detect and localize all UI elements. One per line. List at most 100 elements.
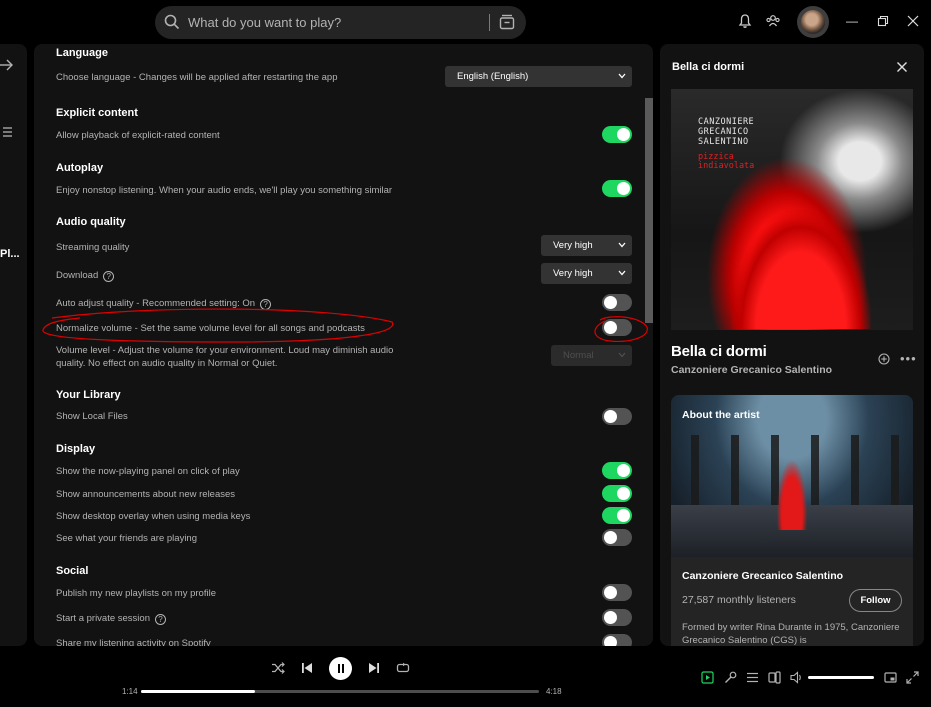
microphone-icon[interactable]	[724, 671, 737, 684]
social-toggle-publish-playlists[interactable]	[602, 584, 632, 601]
display-item-label: Show announcements about new releases	[56, 489, 236, 500]
artist-bio: Formed by writer Rina Durante in 1975, C…	[682, 622, 900, 646]
miniplayer-icon[interactable]	[884, 671, 897, 684]
section-title-language: Language	[56, 47, 108, 59]
queue-icon[interactable]	[746, 671, 759, 684]
local-files-toggle[interactable]	[602, 408, 632, 425]
chevron-down-icon	[618, 73, 626, 79]
display-toggle-announcements[interactable]	[602, 485, 632, 502]
repeat-icon[interactable]	[396, 661, 410, 675]
volume-level-label: Volume level - Adjust the volume for you…	[56, 345, 394, 369]
about-artist-title: About the artist	[682, 409, 760, 421]
display-item-label: Show desktop overlay when using media ke…	[56, 511, 251, 522]
display-toggle-desktop-overlay[interactable]	[602, 507, 632, 524]
fullscreen-icon[interactable]	[906, 671, 919, 684]
search-input[interactable]: What do you want to play?	[188, 15, 341, 30]
about-artist-card[interactable]: About the artist Canzoniere Grecanico Sa…	[671, 395, 913, 646]
language-label: Choose language - Changes will be applie…	[56, 72, 338, 83]
autoplay-toggle[interactable]	[602, 180, 632, 197]
notifications-bell-icon[interactable]	[737, 13, 753, 29]
section-title-social: Social	[56, 565, 89, 577]
download-quality-row: Download?	[56, 269, 115, 282]
expand-arrow-icon[interactable]	[0, 58, 14, 72]
duration-time: 4:18	[546, 687, 562, 696]
album-cover: CANZONIERE GRECANICO SALENTINO pizzica i…	[671, 89, 913, 330]
artist-name[interactable]: Canzoniere Grecanico Salentino	[671, 364, 832, 376]
local-files-label: Show Local Files	[56, 411, 128, 422]
connect-device-icon[interactable]	[768, 671, 781, 684]
monthly-listeners: 27,587 monthly listeners	[682, 594, 796, 606]
explicit-toggle[interactable]	[602, 126, 632, 143]
normalize-volume-toggle[interactable]	[602, 319, 632, 336]
social-toggle-private-session[interactable]	[602, 609, 632, 626]
volume-slider[interactable]	[808, 676, 874, 679]
cover-line: SALENTINO	[698, 137, 749, 147]
display-toggle-now-playing[interactable]	[602, 462, 632, 479]
explicit-label: Allow playback of explicit-rated content	[56, 130, 220, 141]
song-title[interactable]: Bella ci dormi	[671, 343, 767, 360]
social-toggle-share-activity[interactable]	[602, 634, 632, 646]
chevron-down-icon	[618, 242, 626, 248]
cover-dancer	[731, 209, 871, 329]
next-icon[interactable]	[367, 661, 381, 675]
help-icon[interactable]: ?	[155, 614, 166, 625]
help-icon[interactable]: ?	[103, 271, 115, 282]
progress-bar[interactable]	[141, 690, 539, 693]
auto-adjust-label: Auto adjust quality - Recommended settin…	[56, 298, 256, 309]
minimize-icon[interactable]: —	[845, 14, 859, 28]
close-icon[interactable]	[896, 61, 908, 73]
pause-button[interactable]	[329, 657, 352, 680]
section-title-explicit: Explicit content	[56, 107, 138, 119]
streaming-quality-label: Streaming quality	[56, 242, 130, 253]
volume-level-select[interactable]: Normal	[551, 345, 632, 366]
about-artist-name[interactable]: Canzoniere Grecanico Salentino	[682, 570, 843, 582]
follow-button[interactable]: Follow	[849, 589, 902, 612]
normalize-volume-label: Normalize volume - Set the same volume l…	[56, 323, 365, 334]
now-playing-panel-title: Bella ci dormi	[672, 61, 745, 73]
social-item-label: Share my listening activity on Spotify	[56, 638, 211, 646]
help-icon[interactable]: ?	[260, 299, 272, 310]
streaming-quality-select[interactable]: Very high	[541, 235, 632, 256]
display-toggle-friends[interactable]	[602, 529, 632, 546]
display-item-label: See what your friends are playing	[56, 533, 197, 544]
search-bar[interactable]: What do you want to play?	[155, 6, 526, 39]
auto-adjust-toggle[interactable]	[602, 294, 632, 311]
now-playing-view-icon[interactable]	[701, 671, 714, 684]
add-to-library-icon[interactable]	[878, 353, 890, 365]
artist-photo-dancer	[774, 450, 810, 530]
section-title-display: Display	[56, 443, 96, 455]
social-item-label: Publish my new playlists on my profile	[56, 588, 216, 599]
auto-adjust-row: Auto adjust quality - Recommended settin…	[56, 297, 272, 310]
elapsed-time: 1:14	[122, 687, 138, 696]
friend-activity-icon[interactable]	[765, 13, 781, 29]
download-quality-value: Very high	[553, 268, 593, 279]
search-icon	[164, 14, 180, 30]
settings-scrollbar[interactable]	[645, 98, 653, 323]
volume-level-value: Normal	[563, 350, 594, 361]
chevron-down-icon	[618, 352, 626, 358]
cover-subtitle-line: indiavolata	[698, 161, 755, 171]
shuffle-icon[interactable]	[271, 661, 285, 675]
restore-icon[interactable]	[876, 14, 890, 28]
close-window-icon[interactable]	[906, 14, 920, 28]
streaming-quality-value: Very high	[553, 240, 593, 251]
section-title-autoplay: Autoplay	[56, 162, 104, 174]
language-select-value: English (English)	[457, 71, 529, 82]
browse-icon[interactable]	[498, 13, 516, 31]
download-quality-select[interactable]: Very high	[541, 263, 632, 284]
top-bar: What do you want to play? —	[0, 0, 931, 44]
sidebar-playlist-label[interactable]: Pl...	[0, 248, 20, 260]
private-session-row: Start a private session?	[56, 612, 166, 625]
more-options-icon[interactable]: •••	[900, 351, 917, 366]
volume-icon[interactable]	[790, 671, 803, 684]
cover-line: CANZONIERE	[698, 117, 755, 127]
language-select[interactable]: English (English)	[445, 66, 632, 87]
previous-icon[interactable]	[300, 661, 314, 675]
cover-title-text: CANZONIERE GRECANICO SALENTINO	[698, 117, 754, 147]
section-title-audio-quality: Audio quality	[56, 216, 126, 228]
avatar[interactable]	[797, 6, 829, 38]
search-divider	[489, 14, 490, 31]
player-bar: 1:14 4:18	[0, 646, 931, 707]
list-view-icon[interactable]	[0, 126, 12, 138]
autoplay-label: Enjoy nonstop listening. When your audio…	[56, 185, 393, 196]
